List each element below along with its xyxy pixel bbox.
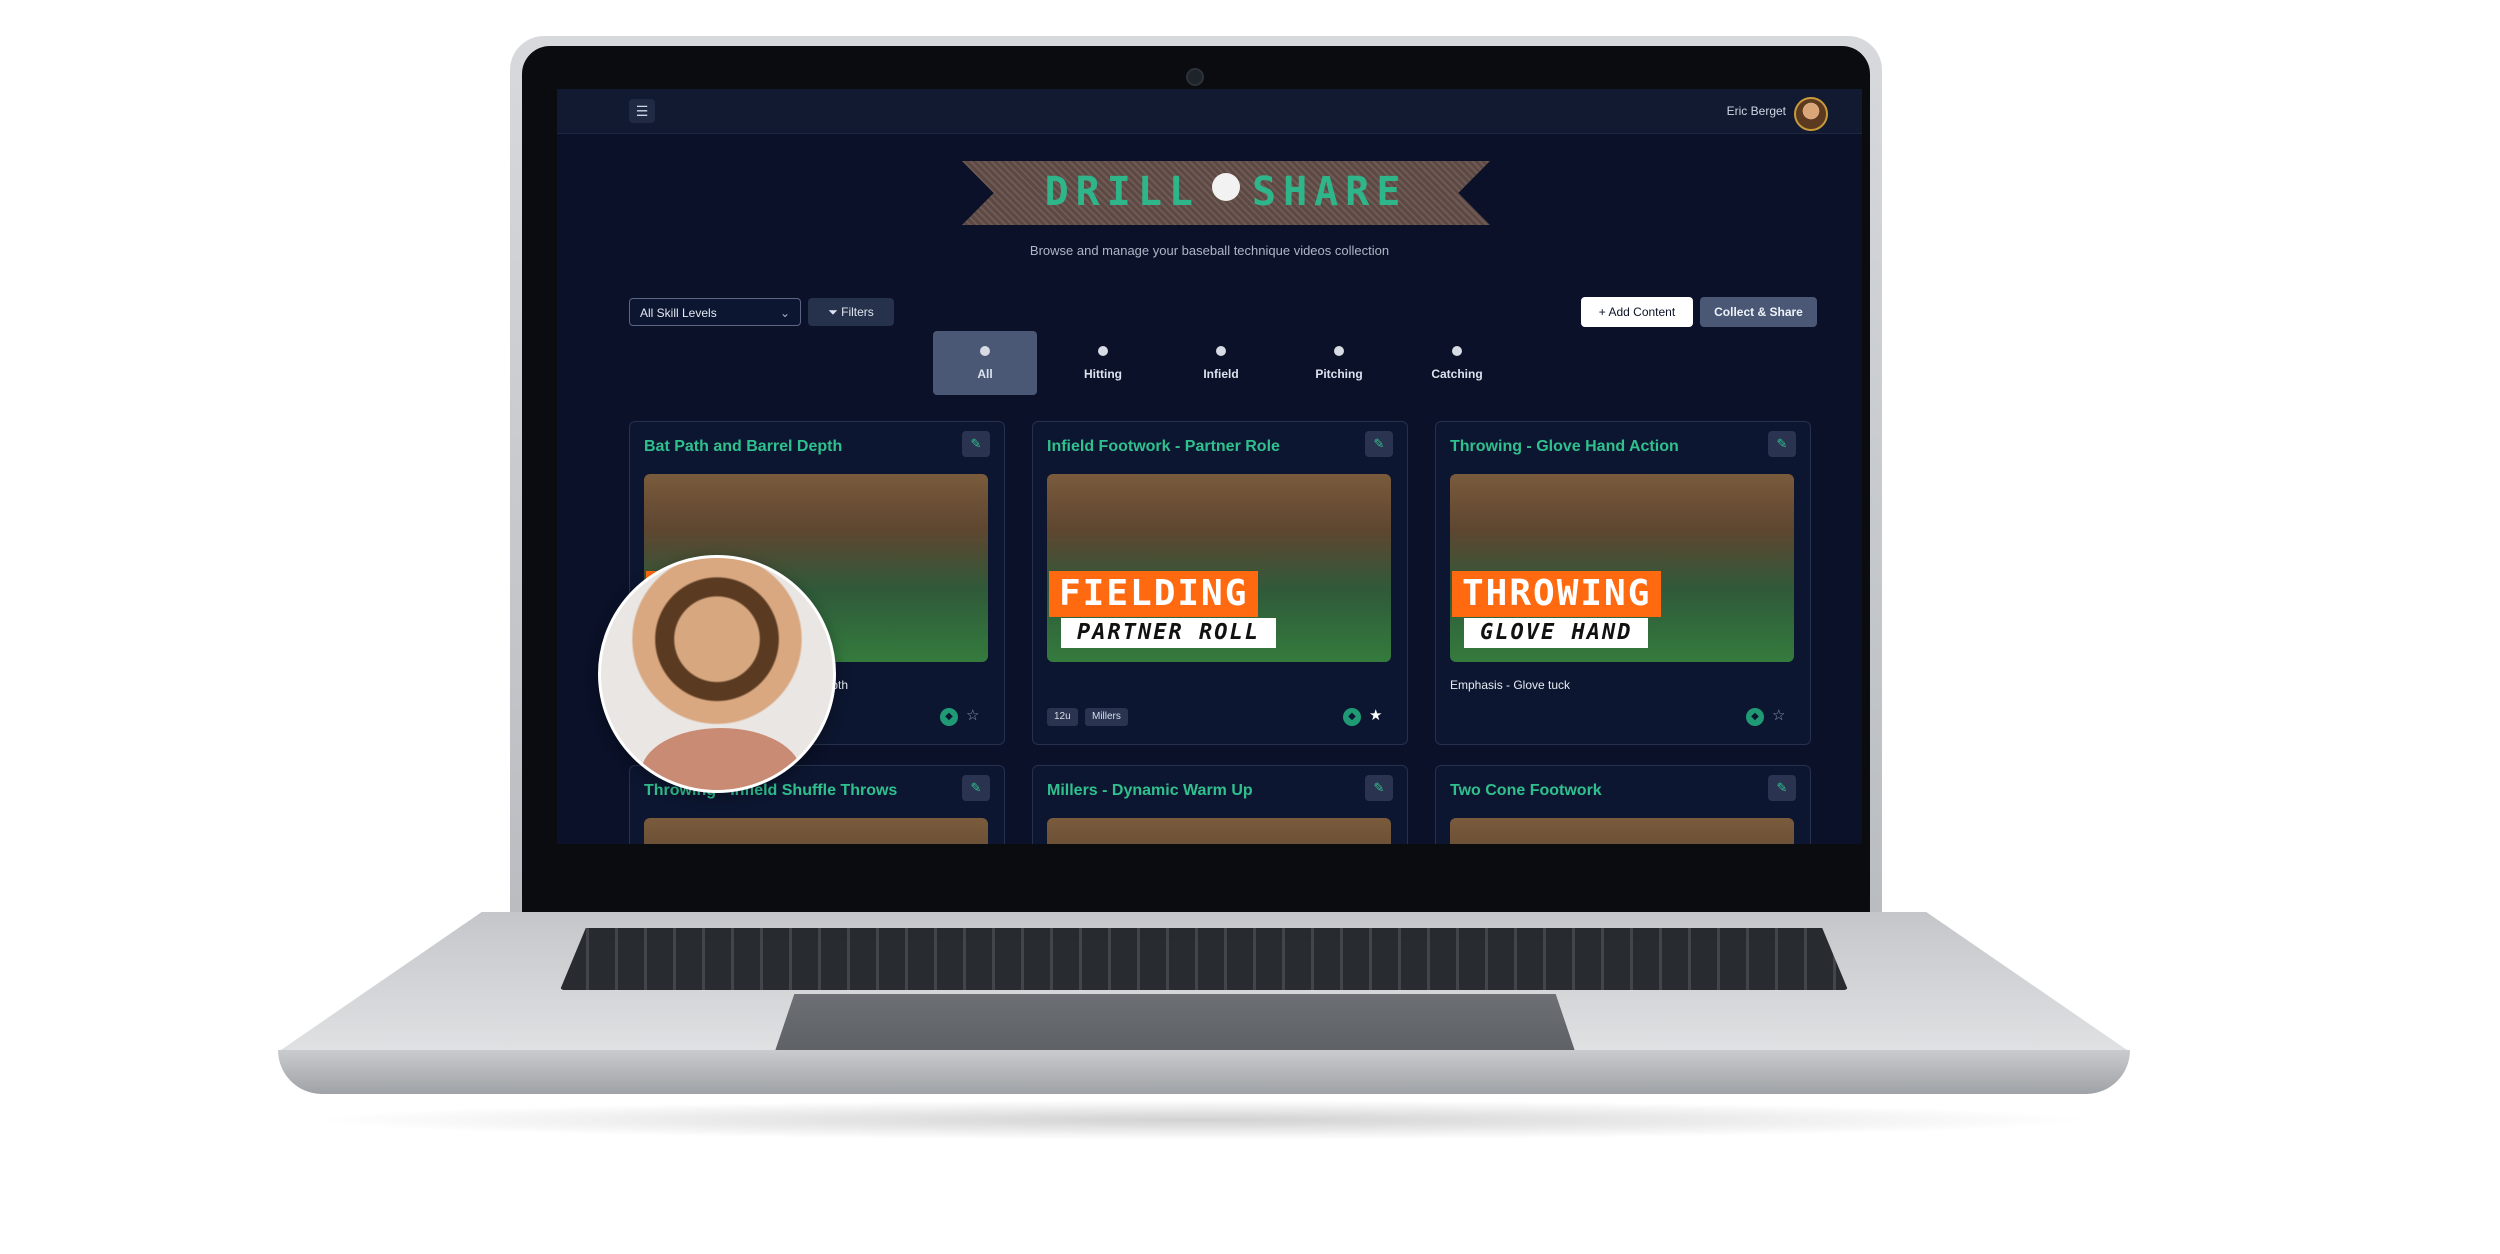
video-card[interactable]: Infield Footwork - Partner Role ✎ FIELDI… — [1032, 421, 1408, 745]
laptop-shadow — [300, 1100, 2100, 1140]
avatar[interactable] — [1794, 97, 1828, 131]
filters-button[interactable]: ⏷ Filters — [808, 298, 894, 326]
star-icon[interactable]: ☆ — [1772, 706, 1785, 724]
video-card[interactable]: Two Cone Footwork ✎ — [1435, 765, 1811, 844]
logo-right: SHARE — [1252, 169, 1408, 215]
video-thumbnail[interactable]: FIELDING PARTNER ROLL — [1047, 474, 1391, 662]
category-tabs: All Hitting Infield Pitching Catching — [933, 331, 1509, 395]
video-card[interactable]: Millers - Dynamic Warm Up ✎ — [1032, 765, 1408, 844]
keyboard — [560, 928, 1848, 990]
webcam-icon — [1186, 68, 1204, 86]
chevron-down-icon: ⌄ — [779, 306, 790, 320]
tab-pitching[interactable]: Pitching — [1287, 331, 1391, 395]
star-icon[interactable]: ★ — [1369, 706, 1382, 724]
tab-label: Infield — [1203, 367, 1239, 381]
shield-icon: ◆ — [1746, 708, 1764, 726]
edit-icon[interactable]: ✎ — [962, 431, 990, 457]
laptop-base-edge — [278, 1050, 2130, 1094]
tab-label: Catching — [1431, 367, 1483, 381]
add-content-button[interactable]: + Add Content — [1581, 297, 1693, 327]
card-title: Throwing - Glove Hand Action — [1450, 438, 1679, 455]
logo: DRILL SHARE — [962, 161, 1490, 225]
baseball-icon — [1212, 173, 1240, 201]
edit-icon[interactable]: ✎ — [1768, 431, 1796, 457]
presenter-shirt — [641, 728, 801, 790]
edit-icon[interactable]: ✎ — [1365, 431, 1393, 457]
card-emphasis: Emphasis - Glove tuck — [1450, 678, 1571, 692]
tag-badge[interactable]: Millers — [1085, 708, 1128, 726]
shield-icon: ◆ — [1343, 708, 1361, 726]
edit-icon[interactable]: ✎ — [1365, 775, 1393, 801]
tag-badge[interactable]: 12u — [1047, 708, 1078, 726]
card-title: Millers - Dynamic Warm Up — [1047, 782, 1253, 799]
filters-label: Filters — [841, 305, 874, 319]
logo-text: DRILL SHARE — [962, 169, 1490, 215]
collect-share-button[interactable]: Collect & Share — [1700, 297, 1817, 327]
thumbnail-overlay-subtitle: PARTNER ROLL — [1061, 618, 1276, 648]
user-name: Eric Berget — [1726, 104, 1786, 118]
tab-dot-icon — [1334, 346, 1344, 356]
tab-dot-icon — [980, 346, 990, 356]
thumbnail-overlay-title: FIELDING — [1049, 571, 1259, 617]
video-thumbnail[interactable] — [1450, 818, 1794, 844]
video-thumbnail[interactable] — [644, 818, 988, 844]
edit-icon[interactable]: ✎ — [962, 775, 990, 801]
page-subtitle: Browse and manage your baseball techniqu… — [1029, 243, 1390, 258]
card-title: Infield Footwork - Partner Role — [1047, 438, 1280, 455]
thumbnail-overlay-title: THROWING — [1452, 571, 1662, 617]
logo-left: DRILL — [1044, 169, 1200, 215]
video-card[interactable]: Throwing - Glove Hand Action ✎ THROWING … — [1435, 421, 1811, 745]
tab-catching[interactable]: Catching — [1405, 331, 1509, 395]
tab-label: Pitching — [1315, 367, 1363, 381]
skill-level-value: All Skill Levels — [640, 306, 717, 320]
video-thumbnail[interactable] — [1047, 818, 1391, 844]
skill-level-select[interactable]: All Skill Levels ⌄ — [629, 298, 801, 326]
shield-icon: ◆ — [940, 708, 958, 726]
tab-all[interactable]: All — [933, 331, 1037, 395]
edit-icon[interactable]: ✎ — [1768, 775, 1796, 801]
tab-label: All — [977, 367, 993, 381]
tab-infield[interactable]: Infield — [1169, 331, 1273, 395]
funnel-icon: ⏷ — [828, 305, 842, 319]
tab-dot-icon — [1216, 346, 1226, 356]
thumbnail-overlay-subtitle: GLOVE HAND — [1464, 618, 1649, 648]
tab-dot-icon — [1452, 346, 1462, 356]
top-bar: ☰ Eric Berget — [557, 89, 1862, 134]
presenter-avatar — [598, 555, 836, 793]
card-title: Bat Path and Barrel Depth — [644, 438, 843, 455]
video-thumbnail[interactable]: THROWING GLOVE HAND — [1450, 474, 1794, 662]
star-icon[interactable]: ☆ — [966, 706, 979, 724]
hamburger-icon[interactable]: ☰ — [629, 99, 655, 123]
tab-hitting[interactable]: Hitting — [1051, 331, 1155, 395]
tab-dot-icon — [1098, 346, 1108, 356]
card-title: Two Cone Footwork — [1450, 782, 1602, 799]
tab-label: Hitting — [1084, 367, 1122, 381]
